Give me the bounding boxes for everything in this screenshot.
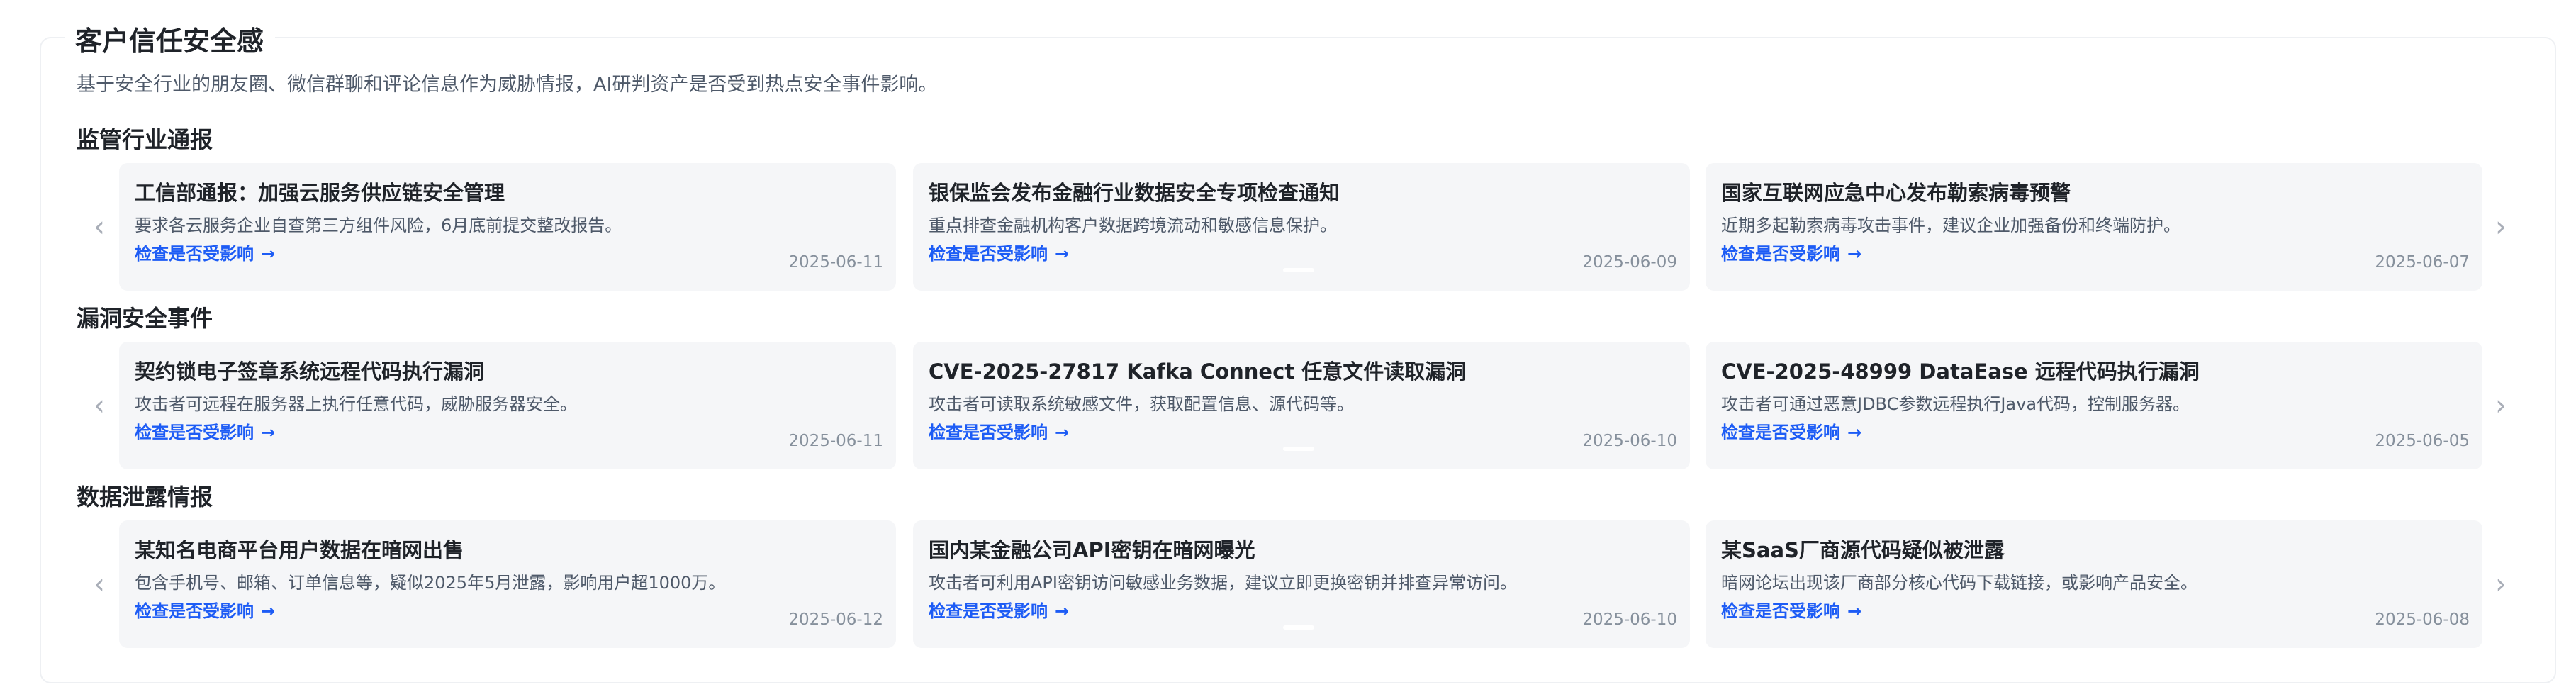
card-description: 要求各云服务企业自查第三方组件风险，6月底前提交整改报告。 <box>135 216 622 235</box>
carousel-next-icon[interactable]: › <box>2487 384 2515 427</box>
arrow-right-icon: → <box>1847 423 1862 442</box>
check-impact-link[interactable]: 检查是否受影响 → <box>135 421 275 444</box>
arrow-right-icon: → <box>261 423 276 442</box>
check-impact-link[interactable]: 检查是否受影响 → <box>135 600 275 623</box>
intel-card: 银保监会发布金融行业数据安全专项检查通知 重点排查金融机构客户数据跨境流动和敏感… <box>913 163 1690 291</box>
intel-card: 国家互联网应急中心发布勒索病毒预警 近期多起勒索病毒攻击事件，建议企业加强备份和… <box>1706 163 2482 291</box>
card-description: 攻击者可通过恶意JDBC参数远程执行Java代码，控制服务器。 <box>1721 394 2190 414</box>
check-impact-label: 检查是否受影响 <box>929 244 1048 264</box>
card-description: 暗网论坛出现该厂商部分核心代码下载链接，或影响产品安全。 <box>1721 573 2197 593</box>
carousel-prev-icon[interactable]: ‹ <box>85 206 113 248</box>
arrow-right-icon: → <box>1055 423 1070 442</box>
check-impact-link[interactable]: 检查是否受影响 → <box>1721 242 1861 265</box>
check-impact-link[interactable]: 检查是否受影响 → <box>135 242 275 265</box>
card-title: CVE-2025-48999 DataEase 远程代码执行漏洞 <box>1721 359 2200 384</box>
card-date: 2025-06-07 <box>2375 253 2470 272</box>
check-impact-link[interactable]: 检查是否受影响 → <box>1721 421 1861 444</box>
card-description: 重点排查金融机构客户数据跨境流动和敏感信息保护。 <box>929 216 1337 235</box>
card-date: 2025-06-05 <box>2375 432 2470 450</box>
arrow-right-icon: → <box>1055 244 1070 264</box>
card-date: 2025-06-12 <box>788 610 883 629</box>
carousel-prev-icon[interactable]: ‹ <box>85 384 113 427</box>
card-date: 2025-06-11 <box>788 253 883 272</box>
intel-card: CVE-2025-48999 DataEase 远程代码执行漏洞 攻击者可通过恶… <box>1706 342 2482 469</box>
card-title: 某SaaS厂商源代码疑似被泄露 <box>1721 538 2005 562</box>
section-title-regulatory: 监管行业通报 <box>77 126 213 153</box>
arrow-right-icon: → <box>261 601 276 621</box>
check-impact-label: 检查是否受影响 <box>135 244 254 264</box>
check-impact-label: 检查是否受影响 <box>1721 601 1840 621</box>
check-impact-link[interactable]: 检查是否受影响 → <box>1721 600 1861 623</box>
card-title: 国内某金融公司API密钥在暗网曝光 <box>929 538 1255 562</box>
arrow-right-icon: → <box>261 244 276 264</box>
intel-card: 某SaaS厂商源代码疑似被泄露 暗网论坛出现该厂商部分核心代码下载链接，或影响产… <box>1706 520 2482 648</box>
check-impact-label: 检查是否受影响 <box>135 601 254 621</box>
card-description: 攻击者可读取系统敏感文件，获取配置信息、源代码等。 <box>929 394 1354 414</box>
intel-card: 契约锁电子签章系统远程代码执行漏洞 攻击者可远程在服务器上执行任意代码，威胁服务… <box>119 342 896 469</box>
check-impact-link[interactable]: 检查是否受影响 → <box>929 242 1069 265</box>
card-date: 2025-06-09 <box>1582 253 1677 272</box>
carousel-next-icon[interactable]: › <box>2487 206 2515 248</box>
check-impact-label: 检查是否受影响 <box>1721 244 1840 264</box>
card-title: CVE-2025-27817 Kafka Connect 任意文件读取漏洞 <box>929 359 1467 384</box>
card-title: 银保监会发布金融行业数据安全专项检查通知 <box>929 181 1340 205</box>
card-date: 2025-06-10 <box>1582 610 1677 629</box>
arrow-right-icon: → <box>1847 244 1862 264</box>
carousel-indicator[interactable] <box>1283 625 1314 630</box>
card-title: 工信部通报：加强云服务供应链安全管理 <box>135 181 505 205</box>
card-title: 国家互联网应急中心发布勒索病毒预警 <box>1721 181 2071 205</box>
check-impact-label: 检查是否受影响 <box>135 423 254 442</box>
panel-description: 基于安全行业的朋友圈、微信群聊和评论信息作为威胁情报，AI研判资产是否受到热点安… <box>77 74 938 96</box>
check-impact-label: 检查是否受影响 <box>929 601 1048 621</box>
card-date: 2025-06-10 <box>1582 432 1677 450</box>
carousel-next-icon[interactable]: › <box>2487 563 2515 606</box>
intel-card: 某知名电商平台用户数据在暗网出售 包含手机号、邮箱、订单信息等，疑似2025年5… <box>119 520 896 648</box>
carousel-indicator[interactable] <box>1283 268 1314 272</box>
card-description: 近期多起勒索病毒攻击事件，建议企业加强备份和终端防护。 <box>1721 216 2180 235</box>
card-date: 2025-06-08 <box>2375 610 2470 629</box>
intel-card: 工信部通报：加强云服务供应链安全管理 要求各云服务企业自查第三方组件风险，6月底… <box>119 163 896 291</box>
arrow-right-icon: → <box>1847 601 1862 621</box>
card-description: 包含手机号、邮箱、订单信息等，疑似2025年5月泄露，影响用户超1000万。 <box>135 573 726 593</box>
check-impact-label: 检查是否受影响 <box>1721 423 1840 442</box>
carousel-indicator[interactable] <box>1283 447 1314 451</box>
check-impact-link[interactable]: 检查是否受影响 → <box>929 421 1069 444</box>
card-description: 攻击者可远程在服务器上执行任意代码，威胁服务器安全。 <box>135 394 577 414</box>
check-impact-label: 检查是否受影响 <box>929 423 1048 442</box>
card-title: 契约锁电子签章系统远程代码执行漏洞 <box>135 359 485 384</box>
intel-card: CVE-2025-27817 Kafka Connect 任意文件读取漏洞 攻击… <box>913 342 1690 469</box>
section-title-vulnerability: 漏洞安全事件 <box>77 305 213 332</box>
intel-card: 国内某金融公司API密钥在暗网曝光 攻击者可利用API密钥访问敏感业务数据，建议… <box>913 520 1690 648</box>
arrow-right-icon: → <box>1055 601 1070 621</box>
carousel-prev-icon[interactable]: ‹ <box>85 563 113 606</box>
card-title: 某知名电商平台用户数据在暗网出售 <box>135 538 464 562</box>
panel-title: 客户信任安全感 <box>65 21 276 61</box>
section-title-data-leak: 数据泄露情报 <box>77 484 213 510</box>
card-description: 攻击者可利用API密钥访问敏感业务数据，建议立即更换密钥并排查异常访问。 <box>929 573 1517 593</box>
card-date: 2025-06-11 <box>788 432 883 450</box>
check-impact-link[interactable]: 检查是否受影响 → <box>929 600 1069 623</box>
